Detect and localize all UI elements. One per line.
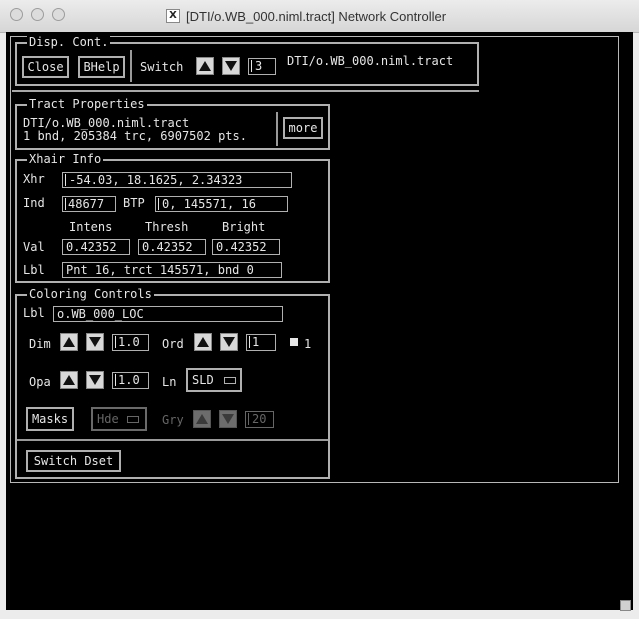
close-window-button[interactable] xyxy=(10,8,23,21)
ln-label: Ln xyxy=(162,375,177,389)
dataset-name: DTI/o.WB_000.niml.tract xyxy=(287,54,454,68)
dim-down-arrow-icon[interactable] xyxy=(86,333,104,351)
opa-value: 1.0 xyxy=(118,373,140,387)
lbl-label: Lbl xyxy=(23,263,45,277)
ind-label: Ind xyxy=(23,196,45,210)
switch-index-field[interactable]: 3 xyxy=(248,58,276,75)
xhair-info-title: Xhair Info xyxy=(27,152,104,166)
text-caret xyxy=(115,374,116,386)
gry-label: Gry xyxy=(162,413,184,427)
text-caret xyxy=(115,336,116,348)
gry-down-arrow-icon[interactable] xyxy=(219,410,237,428)
text-caret xyxy=(65,198,66,210)
header-separator xyxy=(12,90,479,92)
btp-label: BTP xyxy=(123,196,145,210)
ord-field[interactable]: 1 xyxy=(246,334,276,351)
ord-value: 1 xyxy=(252,335,260,349)
ord-up-arrow-icon[interactable] xyxy=(194,333,212,351)
val-bright-field[interactable]: 0.42352 xyxy=(212,239,280,255)
hde-value: Hde xyxy=(97,412,119,426)
text-caret xyxy=(249,336,250,348)
tract-properties-title: Tract Properties xyxy=(27,97,147,111)
xhr-value: -54.03, 18.1625, 2.34323 xyxy=(69,173,243,187)
switch-up-arrow-icon[interactable] xyxy=(196,57,214,75)
zoom-window-button[interactable] xyxy=(52,8,65,21)
gry-value: 20 xyxy=(252,412,267,426)
x11-icon: X xyxy=(166,9,180,23)
title-bar: X [DTI/o.WB_000.niml.tract] Network Cont… xyxy=(0,0,639,33)
col-intens-label: Intens xyxy=(69,220,113,234)
minimize-window-button[interactable] xyxy=(31,8,44,21)
xhair-lbl-field[interactable]: Pnt 16, trct 145571, bnd 0 xyxy=(62,262,282,278)
coloring-lbl-field[interactable]: o.WB_000_LOC xyxy=(53,306,283,322)
switch-index-value: 3 xyxy=(255,59,263,73)
ord-square-icon xyxy=(290,338,298,346)
opa-field[interactable]: 1.0 xyxy=(112,372,149,389)
close-button[interactable]: Close xyxy=(22,56,69,78)
btp-field[interactable]: 0, 145571, 16 xyxy=(155,196,288,212)
coloring-lbl-label: Lbl xyxy=(23,306,45,320)
ind-field[interactable]: 48677 xyxy=(62,196,116,212)
divider xyxy=(17,439,328,441)
dim-up-arrow-icon[interactable] xyxy=(60,333,78,351)
text-caret xyxy=(251,60,252,72)
ind-value: 48677 xyxy=(68,197,105,211)
gry-up-arrow-icon[interactable] xyxy=(193,410,211,428)
xhr-label: Xhr xyxy=(23,172,45,186)
val-intens-field[interactable]: 0.42352 xyxy=(62,239,130,255)
btp-value: 0, 145571, 16 xyxy=(162,197,256,211)
switch-label: Switch xyxy=(140,60,184,74)
dim-label: Dim xyxy=(29,337,51,351)
text-caret xyxy=(248,413,249,425)
divider xyxy=(130,50,132,82)
divider xyxy=(276,112,278,146)
opa-label: Opa xyxy=(29,375,51,389)
opa-down-arrow-icon[interactable] xyxy=(86,371,104,389)
option-menu-indicator-icon xyxy=(224,377,236,384)
tract-dataset-line: DTI/o.WB_000.niml.tract xyxy=(23,116,190,130)
bhelp-button[interactable]: BHelp xyxy=(78,56,125,78)
val-label: Val xyxy=(23,240,45,254)
window-title: X [DTI/o.WB_000.niml.tract] Network Cont… xyxy=(166,7,446,25)
option-menu-indicator-icon xyxy=(127,416,139,423)
xhr-field[interactable]: -54.03, 18.1625, 2.34323 xyxy=(62,172,292,188)
dim-value: 1.0 xyxy=(118,335,140,349)
ord-down-arrow-icon[interactable] xyxy=(220,333,238,351)
disp-cont-title: Disp. Cont. xyxy=(27,35,111,49)
ln-value: SLD xyxy=(192,373,214,387)
dim-field[interactable]: 1.0 xyxy=(112,334,149,351)
window-title-text: [DTI/o.WB_000.niml.tract] Network Contro… xyxy=(186,8,447,24)
ord-count: 1 xyxy=(304,337,312,351)
tract-stats-line: 1 bnd, 205384 trc, 6907502 pts. xyxy=(23,129,247,143)
gry-field[interactable]: 20 xyxy=(245,411,274,428)
col-thresh-label: Thresh xyxy=(145,220,189,234)
val-thresh-field[interactable]: 0.42352 xyxy=(138,239,206,255)
masks-button[interactable]: Masks xyxy=(26,407,74,431)
coloring-controls-title: Coloring Controls xyxy=(27,287,154,301)
ln-option-menu[interactable]: SLD xyxy=(186,368,242,392)
hde-option-menu[interactable]: Hde xyxy=(91,407,147,431)
opa-up-arrow-icon[interactable] xyxy=(60,371,78,389)
more-button[interactable]: more xyxy=(283,117,323,139)
text-caret xyxy=(158,198,159,210)
resize-grip-icon[interactable] xyxy=(620,600,631,611)
ord-label: Ord xyxy=(162,337,184,351)
switch-down-arrow-icon[interactable] xyxy=(222,57,240,75)
text-caret xyxy=(65,174,66,186)
col-bright-label: Bright xyxy=(222,220,266,234)
switch-dset-button[interactable]: Switch Dset xyxy=(26,450,121,472)
